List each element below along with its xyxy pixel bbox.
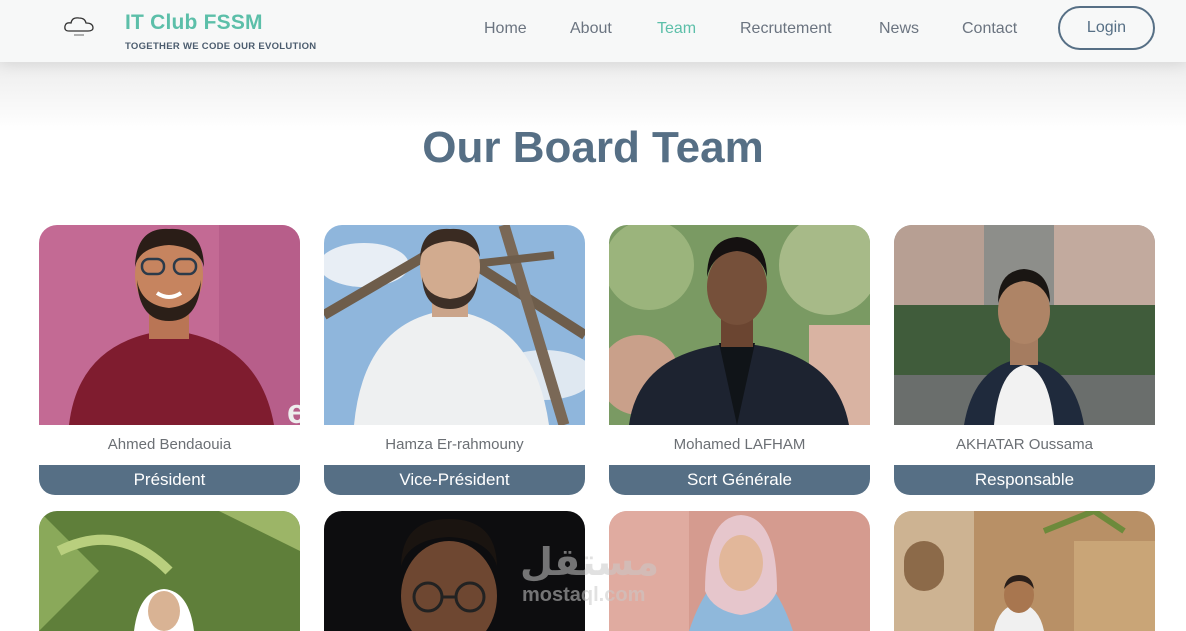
nav-about[interactable]: About xyxy=(570,20,612,38)
member-photo[interactable] xyxy=(324,511,585,631)
login-button[interactable]: Login xyxy=(1058,6,1155,50)
svg-text:e: e xyxy=(287,393,300,425)
nav-home[interactable]: Home xyxy=(484,20,527,38)
brand-tagline: TOGETHER WE CODE OUR EVOLUTION xyxy=(125,41,317,52)
member-photo[interactable] xyxy=(39,511,300,631)
nav-recrutement[interactable]: Recrutement xyxy=(740,20,832,38)
member-photo xyxy=(894,225,1155,425)
member-name: AKHATAR Oussama xyxy=(956,436,1093,453)
role-badge: Scrt Générale xyxy=(609,465,870,495)
member-photo xyxy=(324,225,585,425)
member-photo: e xyxy=(39,225,300,425)
nav-team[interactable]: Team xyxy=(657,20,696,38)
top-navbar: IT Club FSSM TOGETHER WE CODE OUR EVOLUT… xyxy=(0,0,1186,62)
page-title: Our Board Team xyxy=(422,123,764,172)
member-photo[interactable] xyxy=(609,511,870,631)
member-name: Hamza Er-rahmouny xyxy=(385,436,524,453)
role-badge: Président xyxy=(39,465,300,495)
member-name: Ahmed Bendaouia xyxy=(107,436,232,453)
nav-contact[interactable]: Contact xyxy=(962,20,1017,38)
role-badge: Responsable xyxy=(894,465,1155,495)
member-photo xyxy=(609,225,870,425)
brand-title[interactable]: IT Club FSSM xyxy=(125,11,263,35)
cloud-logo-icon[interactable] xyxy=(62,14,96,38)
role-badge: Vice-Président xyxy=(324,465,585,495)
nav-news[interactable]: News xyxy=(879,20,919,38)
member-photo[interactable] xyxy=(894,511,1155,631)
header-shadow-band xyxy=(0,62,1186,132)
member-name: Mohamed LAFHAM xyxy=(673,436,806,453)
